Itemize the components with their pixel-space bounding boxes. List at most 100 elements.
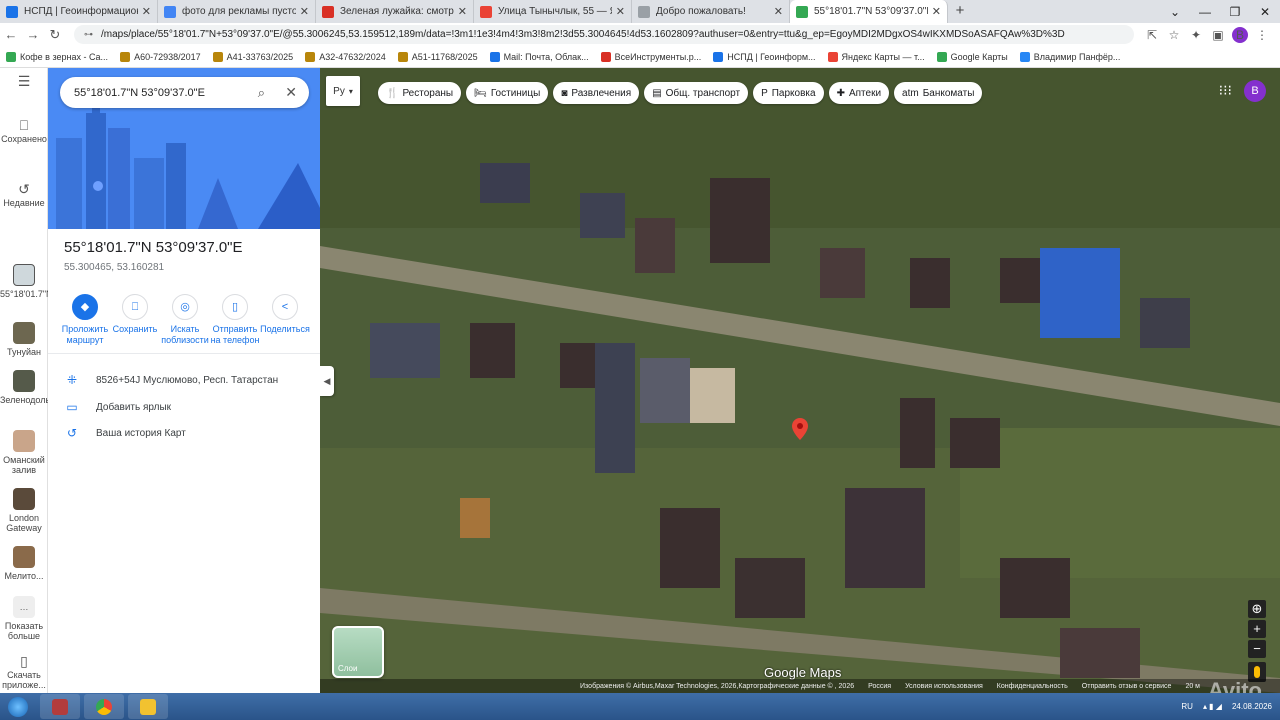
browser-tab[interactable]: Зеленая лужайка: смотрите и с ✕ [316, 0, 474, 23]
category-chip[interactable]: ✚ Аптеки [828, 82, 890, 104]
share-button[interactable]: < Поделиться [260, 294, 310, 346]
chip-label: Парковка [771, 87, 816, 99]
bookmark-item[interactable]: А32-47632/2024 [305, 51, 386, 62]
start-button[interactable] [0, 693, 36, 720]
new-tab-button[interactable]: + [948, 0, 972, 23]
send-to-phone-button[interactable]: ▯ Отправить на телефон [210, 294, 260, 346]
plus-code-row[interactable]: ⁜ 8526+54J Муслюмово, Респ. Татарстан [64, 373, 278, 387]
credit-link[interactable]: Условия использования [905, 683, 983, 690]
save-button[interactable]: ⎕ Сохранить [110, 294, 160, 346]
browser-tab[interactable]: НСПД | Геоинформационный п ✕ [0, 0, 158, 23]
bookmark-item[interactable]: НСПД | Геоинформ... [713, 51, 816, 62]
bookmark-item[interactable]: А51-11768/2025 [397, 51, 478, 62]
bookmark-item[interactable]: Mail: Почта, Облак... [489, 51, 589, 62]
category-chip[interactable]: 🛏 Гостиницы [466, 82, 549, 104]
category-chip[interactable]: ◙ Развлечения [553, 82, 640, 104]
close-icon[interactable]: ✕ [285, 84, 297, 101]
sidebar-item-saved[interactable]: ⎕ Сохранено [0, 118, 48, 144]
search-icon[interactable]: ⌕ [258, 85, 265, 101]
tab-title: НСПД | Геоинформационный п [24, 6, 138, 17]
bookmark-item[interactable]: Владимир Панфёр... [1019, 51, 1120, 62]
place-thumbnail [13, 322, 35, 344]
taskbar-app[interactable] [128, 694, 168, 719]
close-tab-icon[interactable]: ✕ [932, 5, 941, 18]
credit-link[interactable]: Конфиденциальность [997, 683, 1068, 690]
close-tab-icon[interactable]: ✕ [458, 5, 467, 18]
sidebar-item-place[interactable]: Мелито... [0, 546, 48, 581]
bookmark-item[interactable]: Кофе в зернах - Са... [6, 51, 108, 62]
credit-link[interactable]: 20 м [1185, 683, 1200, 690]
sidebar-item-recent[interactable]: ↺ Недавние [0, 182, 48, 208]
my-location-icon[interactable]: ⊕ [1248, 600, 1266, 618]
sidebar-item-place[interactable]: Оманский залив [0, 430, 48, 475]
show-more-button[interactable]: … Показать больше [0, 596, 48, 641]
url-field[interactable]: ⊶ /maps/place/55°18'01.7"N+53°09'37.0"E/… [74, 25, 1134, 44]
install-app-icon[interactable]: ⇱ [1144, 28, 1160, 42]
history-row[interactable]: ↺ Ваша история Карт [64, 426, 186, 440]
browser-tab[interactable]: фото для рекламы пустого учас ✕ [158, 0, 316, 23]
sidebar-item-place[interactable]: 55°18'01.7"N... [0, 264, 60, 299]
category-chip[interactable]: 🍴 Рестораны [378, 82, 462, 104]
apps-grid-icon[interactable]: ⁝⁝⁝ [1219, 82, 1232, 99]
reload-icon[interactable]: ↻ [44, 27, 66, 43]
tab-search-icon[interactable]: ⌄ [1160, 5, 1190, 19]
bookmark-star-icon[interactable]: ☆ [1166, 28, 1182, 42]
satellite-map[interactable]: Ру ▾ ◀ 🍴 Рестораны 🛏 Гостиницы ◙ Развлечения ▤ О… [320, 68, 1280, 693]
browser-tab[interactable]: Улица Тынычлык, 55 — Яндекс. ✕ [474, 0, 632, 23]
profile-avatar[interactable]: B [1232, 26, 1248, 43]
category-chip[interactable]: P Парковка [753, 82, 824, 104]
zoom-in-button[interactable]: + [1248, 620, 1266, 638]
credit-link[interactable]: Отправить отзыв о сервисе [1082, 683, 1172, 690]
close-tab-icon[interactable]: ✕ [300, 5, 309, 18]
sidebar-item-place[interactable]: Зеленодольский... [0, 370, 76, 405]
category-chip[interactable]: atm Банкоматы [894, 82, 983, 104]
tray-icons[interactable]: ▴ ▮ ◢ [1203, 702, 1222, 711]
bookmark-item[interactable]: А41-33763/2025 [212, 51, 293, 62]
menu-icon[interactable]: ⋮ [1254, 28, 1270, 42]
back-icon[interactable]: ← [0, 27, 22, 42]
close-tab-icon[interactable]: ✕ [142, 5, 151, 18]
menu-button[interactable]: ☰ [0, 74, 48, 90]
browser-tab[interactable]: Добро пожаловать! ✕ [632, 0, 790, 23]
place-thumbnail [13, 488, 35, 510]
directions-button[interactable]: ◆ Проложить маршрут [60, 294, 110, 346]
chevron-down-icon: ▾ [348, 86, 353, 96]
zoom-out-button[interactable]: − [1248, 640, 1266, 658]
maps-sidebar: ☰ ⎕ Сохранено ↺ Недавние 55°18'01.7"N... Т… [0, 68, 76, 693]
close-tab-icon[interactable]: ✕ [616, 5, 625, 18]
minimize-button[interactable]: — [1190, 5, 1220, 19]
search-input[interactable]: 55°18'01.7"N 53°09'37.0"E [74, 87, 205, 99]
sidebar-item-place[interactable]: Тунуйан [0, 322, 48, 357]
bookmark-item[interactable]: Яндекс Карты — т... [827, 51, 925, 62]
sidepanel-icon[interactable]: ▣ [1210, 28, 1226, 42]
add-label-row[interactable]: ▭ Добавить ярлык [64, 400, 171, 414]
taskbar-app[interactable] [40, 694, 80, 719]
bookmark-item[interactable]: А60-72938/2017 [120, 51, 201, 62]
sidebar-item-place[interactable]: London Gateway [0, 488, 48, 533]
forward-icon[interactable]: → [22, 27, 44, 42]
location-pin-icon[interactable] [792, 418, 808, 440]
taskbar-app[interactable] [84, 694, 124, 719]
maximize-button[interactable]: ❐ [1220, 5, 1250, 19]
extensions-icon[interactable]: ✦ [1188, 28, 1204, 42]
download-app-button[interactable]: ▯ Скачать приложе... [0, 654, 48, 690]
nearby-button[interactable]: ◎ Искать поблизости [160, 294, 210, 346]
collapse-panel-button[interactable]: ◀ [320, 366, 334, 396]
chip-label: Рестораны [402, 87, 454, 99]
close-tab-icon[interactable]: ✕ [774, 5, 783, 18]
search-box[interactable]: 55°18'01.7"N 53°09'37.0"E ⌕ ✕ [60, 77, 309, 108]
close-window-button[interactable]: ✕ [1250, 5, 1280, 19]
bookmark-item[interactable]: ВсеИнструменты.р... [600, 51, 701, 62]
clock[interactable]: 24.08.2026 [1232, 702, 1272, 712]
site-info-icon[interactable]: ⊶ [84, 29, 93, 40]
bookmark-item[interactable]: Google Карты [936, 51, 1008, 62]
sidebar-item-label: Оманский залив [3, 455, 45, 475]
tab-title: Улица Тынычлык, 55 — Яндекс. [498, 6, 612, 17]
language-indicator[interactable]: RU [1181, 702, 1193, 711]
profile-avatar[interactable]: B [1244, 80, 1266, 102]
category-chip[interactable]: ▤ Общ. транспорт [644, 82, 749, 104]
layers-button[interactable]: Слои [332, 626, 384, 678]
browser-tab-active[interactable]: 55°18'01.7"N 53°09'37.0"E – Goo ✕ [790, 0, 948, 23]
credit-link[interactable]: Россия [868, 683, 891, 690]
ruler-toggle[interactable]: Ру ▾ [326, 76, 360, 106]
